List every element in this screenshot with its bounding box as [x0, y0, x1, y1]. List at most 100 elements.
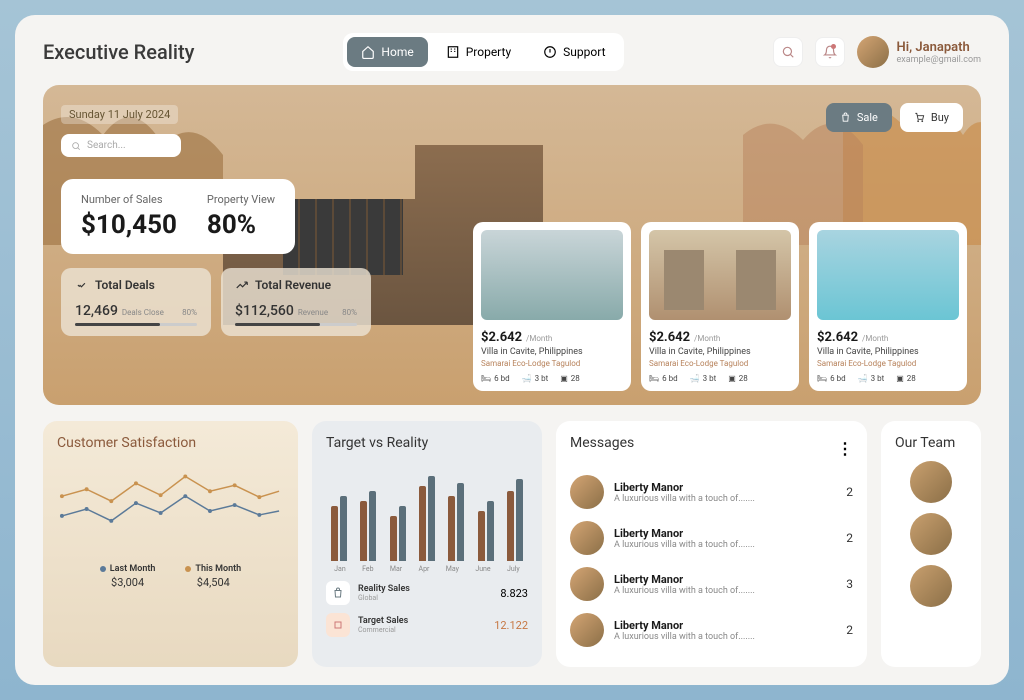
handshake-icon — [75, 278, 89, 292]
message-item[interactable]: Liberty ManorA luxurious villa with a to… — [570, 607, 853, 653]
property-period: /Month — [694, 334, 720, 343]
hero-search-input[interactable]: Search... — [61, 134, 181, 157]
bt-val: 3 bt — [535, 374, 549, 383]
sq-val: 28 — [571, 374, 580, 383]
bd-val: 6 bd — [494, 374, 509, 383]
revenue-title: Total Revenue — [255, 278, 331, 292]
bed-icon: 🛏 — [649, 374, 659, 383]
bath-icon: 🛁 — [858, 374, 868, 383]
area-icon: ▣ — [560, 374, 568, 383]
property-location: Samarai Eco-Lodge Tagulod — [481, 359, 623, 368]
message-avatar — [570, 521, 604, 555]
sale-buy-toggle: Sale Buy — [826, 103, 963, 132]
sales-label: Number of Sales — [81, 193, 177, 206]
bath-icon: 🛁 — [690, 374, 700, 383]
target-value: 12.122 — [494, 619, 528, 632]
current-date: Sunday 11 July 2024 — [61, 105, 178, 124]
team-member[interactable] — [910, 461, 952, 503]
month-label: May — [446, 565, 459, 573]
bt-val: 3 bt — [703, 374, 717, 383]
nav-home-label: Home — [381, 45, 413, 59]
nav-home[interactable]: Home — [347, 37, 427, 67]
last-month-label: Last Month — [110, 564, 156, 574]
message-count: 2 — [846, 485, 853, 499]
sale-button[interactable]: Sale — [826, 103, 892, 132]
property-image — [817, 230, 959, 320]
bd-val: 6 bd — [830, 374, 845, 383]
target-title: Target vs Reality — [326, 435, 528, 451]
search-button[interactable] — [773, 37, 803, 67]
team-panel: Our Team — [881, 421, 981, 667]
bed-icon: 🛏 — [481, 374, 491, 383]
revenue-sub: Revenue — [298, 308, 328, 317]
reality-value: 8.823 — [500, 587, 528, 600]
bt-val: 3 bt — [871, 374, 885, 383]
bag-icon — [840, 112, 851, 123]
property-price: $2.642 — [481, 330, 522, 345]
search-icon — [781, 45, 795, 59]
more-icon[interactable]: ⋮ — [837, 439, 853, 458]
property-image — [481, 230, 623, 320]
deals-count: 12,469 — [75, 303, 118, 319]
this-month-dot — [185, 566, 191, 572]
deals-title: Total Deals — [95, 278, 155, 292]
target-reality-panel: Target vs Reality Jan Feb Mar Apr May Ju… — [312, 421, 542, 667]
search-icon — [71, 141, 81, 151]
satisfaction-chart — [57, 461, 284, 556]
message-sender: Liberty Manor — [614, 527, 755, 540]
property-period: /Month — [862, 334, 888, 343]
search-placeholder: Search... — [87, 140, 126, 151]
property-location: Samarai Eco-Lodge Tagulod — [817, 359, 959, 368]
sales-value: $10,450 — [81, 210, 177, 240]
total-deals-card: Total Deals 12,469 Deals Close 80% — [61, 268, 211, 336]
notifications-button[interactable] — [815, 37, 845, 67]
message-preview: A luxurious villa with a touch of....... — [614, 586, 755, 596]
property-name: Villa in Cavite, Philippines — [481, 347, 623, 357]
revenue-amount: $112,560 — [235, 303, 294, 319]
property-image — [649, 230, 791, 320]
message-avatar — [570, 475, 604, 509]
messages-panel: Messages ⋮ Liberty ManorA luxurious vill… — [556, 421, 867, 667]
stats-card: Number of Sales $10,450 Property View 80… — [61, 179, 295, 254]
revenue-pct: 80% — [342, 308, 357, 317]
user-menu[interactable]: Hi, Janapath example@gmail.com — [857, 36, 981, 68]
hero-banner: Sunday 11 July 2024 Search... Number of … — [43, 85, 981, 405]
satisfaction-title: Customer Satisfaction — [57, 435, 284, 451]
month-label: Mar — [390, 565, 402, 573]
nav-support-label: Support — [563, 45, 605, 59]
message-item[interactable]: Liberty ManorA luxurious villa with a to… — [570, 561, 853, 607]
team-member[interactable] — [910, 565, 952, 607]
bath-icon: 🛁 — [522, 374, 532, 383]
property-card[interactable]: $2.642 /Month Villa in Cavite, Philippin… — [641, 222, 799, 391]
buy-button[interactable]: Buy — [900, 103, 963, 132]
reality-icon — [326, 581, 350, 605]
trend-icon — [235, 278, 249, 292]
buy-label: Buy — [931, 111, 949, 124]
property-price: $2.642 — [649, 330, 690, 345]
nav-support[interactable]: Support — [529, 37, 619, 67]
property-period: /Month — [526, 334, 552, 343]
reality-name: Reality Sales — [358, 584, 410, 594]
header: Executive Reality Home Property Support — [43, 33, 981, 71]
team-title: Our Team — [895, 435, 967, 451]
revenue-progress — [235, 323, 357, 326]
team-member[interactable] — [910, 513, 952, 555]
property-carousel: $2.642 /Month Villa in Cavite, Philippin… — [473, 222, 967, 391]
message-avatar — [570, 567, 604, 601]
user-email: example@gmail.com — [897, 55, 981, 65]
message-count: 2 — [846, 531, 853, 545]
nav-property[interactable]: Property — [432, 37, 525, 67]
support-icon — [543, 45, 557, 59]
property-card[interactable]: $2.642 /Month Villa in Cavite, Philippin… — [809, 222, 967, 391]
deals-progress — [75, 323, 197, 326]
property-name: Villa in Cavite, Philippines — [649, 347, 791, 357]
view-value: 80% — [207, 210, 275, 240]
message-item[interactable]: Liberty ManorA luxurious villa with a to… — [570, 469, 853, 515]
notification-dot — [831, 44, 836, 49]
message-item[interactable]: Liberty ManorA luxurious villa with a to… — [570, 515, 853, 561]
reality-sub: Global — [358, 594, 410, 602]
property-card[interactable]: $2.642 /Month Villa in Cavite, Philippin… — [473, 222, 631, 391]
message-sender: Liberty Manor — [614, 481, 755, 494]
message-sender: Liberty Manor — [614, 573, 755, 586]
last-month-value: $3,004 — [100, 576, 156, 589]
